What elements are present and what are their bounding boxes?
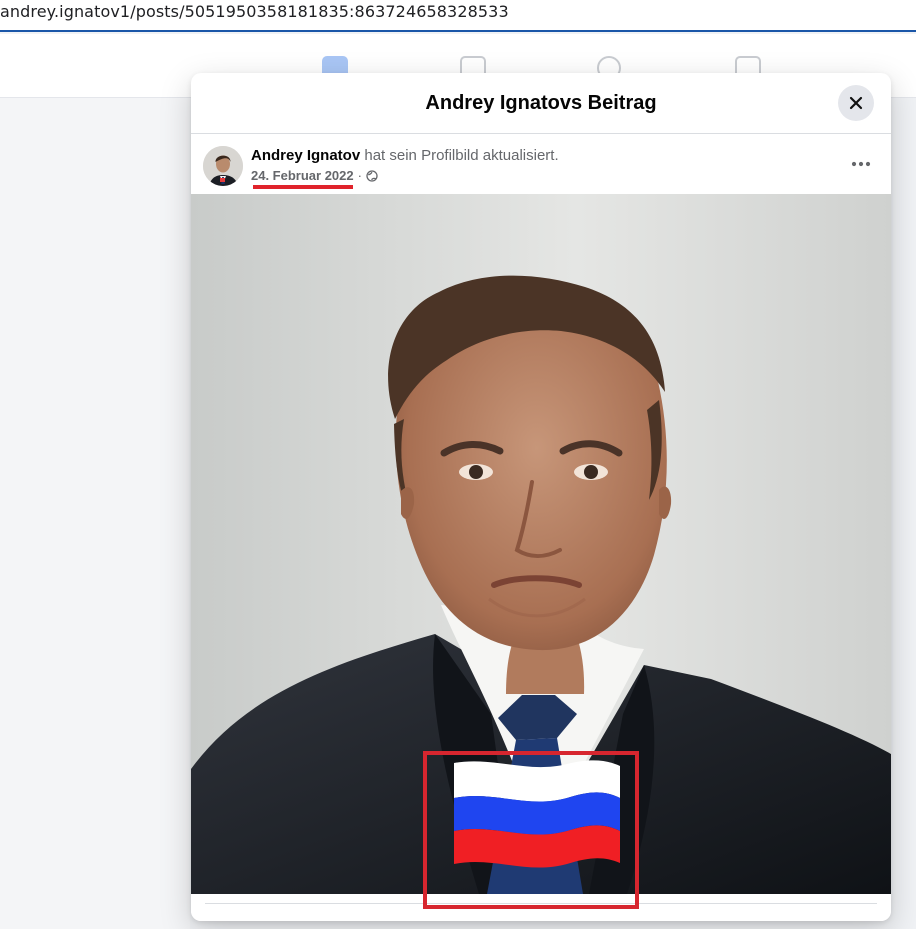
globe-icon xyxy=(366,169,378,182)
browser-address-bar[interactable]: andrey.ignatov1/posts/5051950358181835:8… xyxy=(0,0,916,32)
author-avatar[interactable] xyxy=(203,146,243,186)
left-page-background xyxy=(0,98,190,929)
author-line: Andrey Ignatov hat sein Profilbild aktua… xyxy=(251,147,559,164)
post-header: Andrey Ignatov hat sein Profilbild aktua… xyxy=(191,134,891,194)
avatar-portrait xyxy=(203,146,243,186)
footer-divider xyxy=(205,903,877,904)
post-action-text: hat sein Profilbild aktualisiert. xyxy=(364,147,559,164)
modal-header: Andrey Ignatovs Beitrag xyxy=(191,73,891,134)
url-text[interactable]: andrey.ignatov1/posts/5051950358181835:8… xyxy=(0,2,509,21)
post-date[interactable]: 24. Februar 2022 xyxy=(251,168,354,183)
post-meta: 24. Februar 2022 · xyxy=(251,168,378,183)
more-options-button[interactable] xyxy=(843,150,879,178)
author-name[interactable]: Andrey Ignatov xyxy=(251,147,360,164)
russia-flag-icon xyxy=(454,760,620,868)
close-button[interactable] xyxy=(838,85,874,121)
close-icon xyxy=(849,96,863,110)
date-highlight-underline xyxy=(253,185,353,189)
meta-separator: · xyxy=(357,168,362,183)
more-options-icon xyxy=(851,161,871,167)
modal-title: Andrey Ignatovs Beitrag xyxy=(425,92,657,114)
modal-footer xyxy=(191,894,891,921)
